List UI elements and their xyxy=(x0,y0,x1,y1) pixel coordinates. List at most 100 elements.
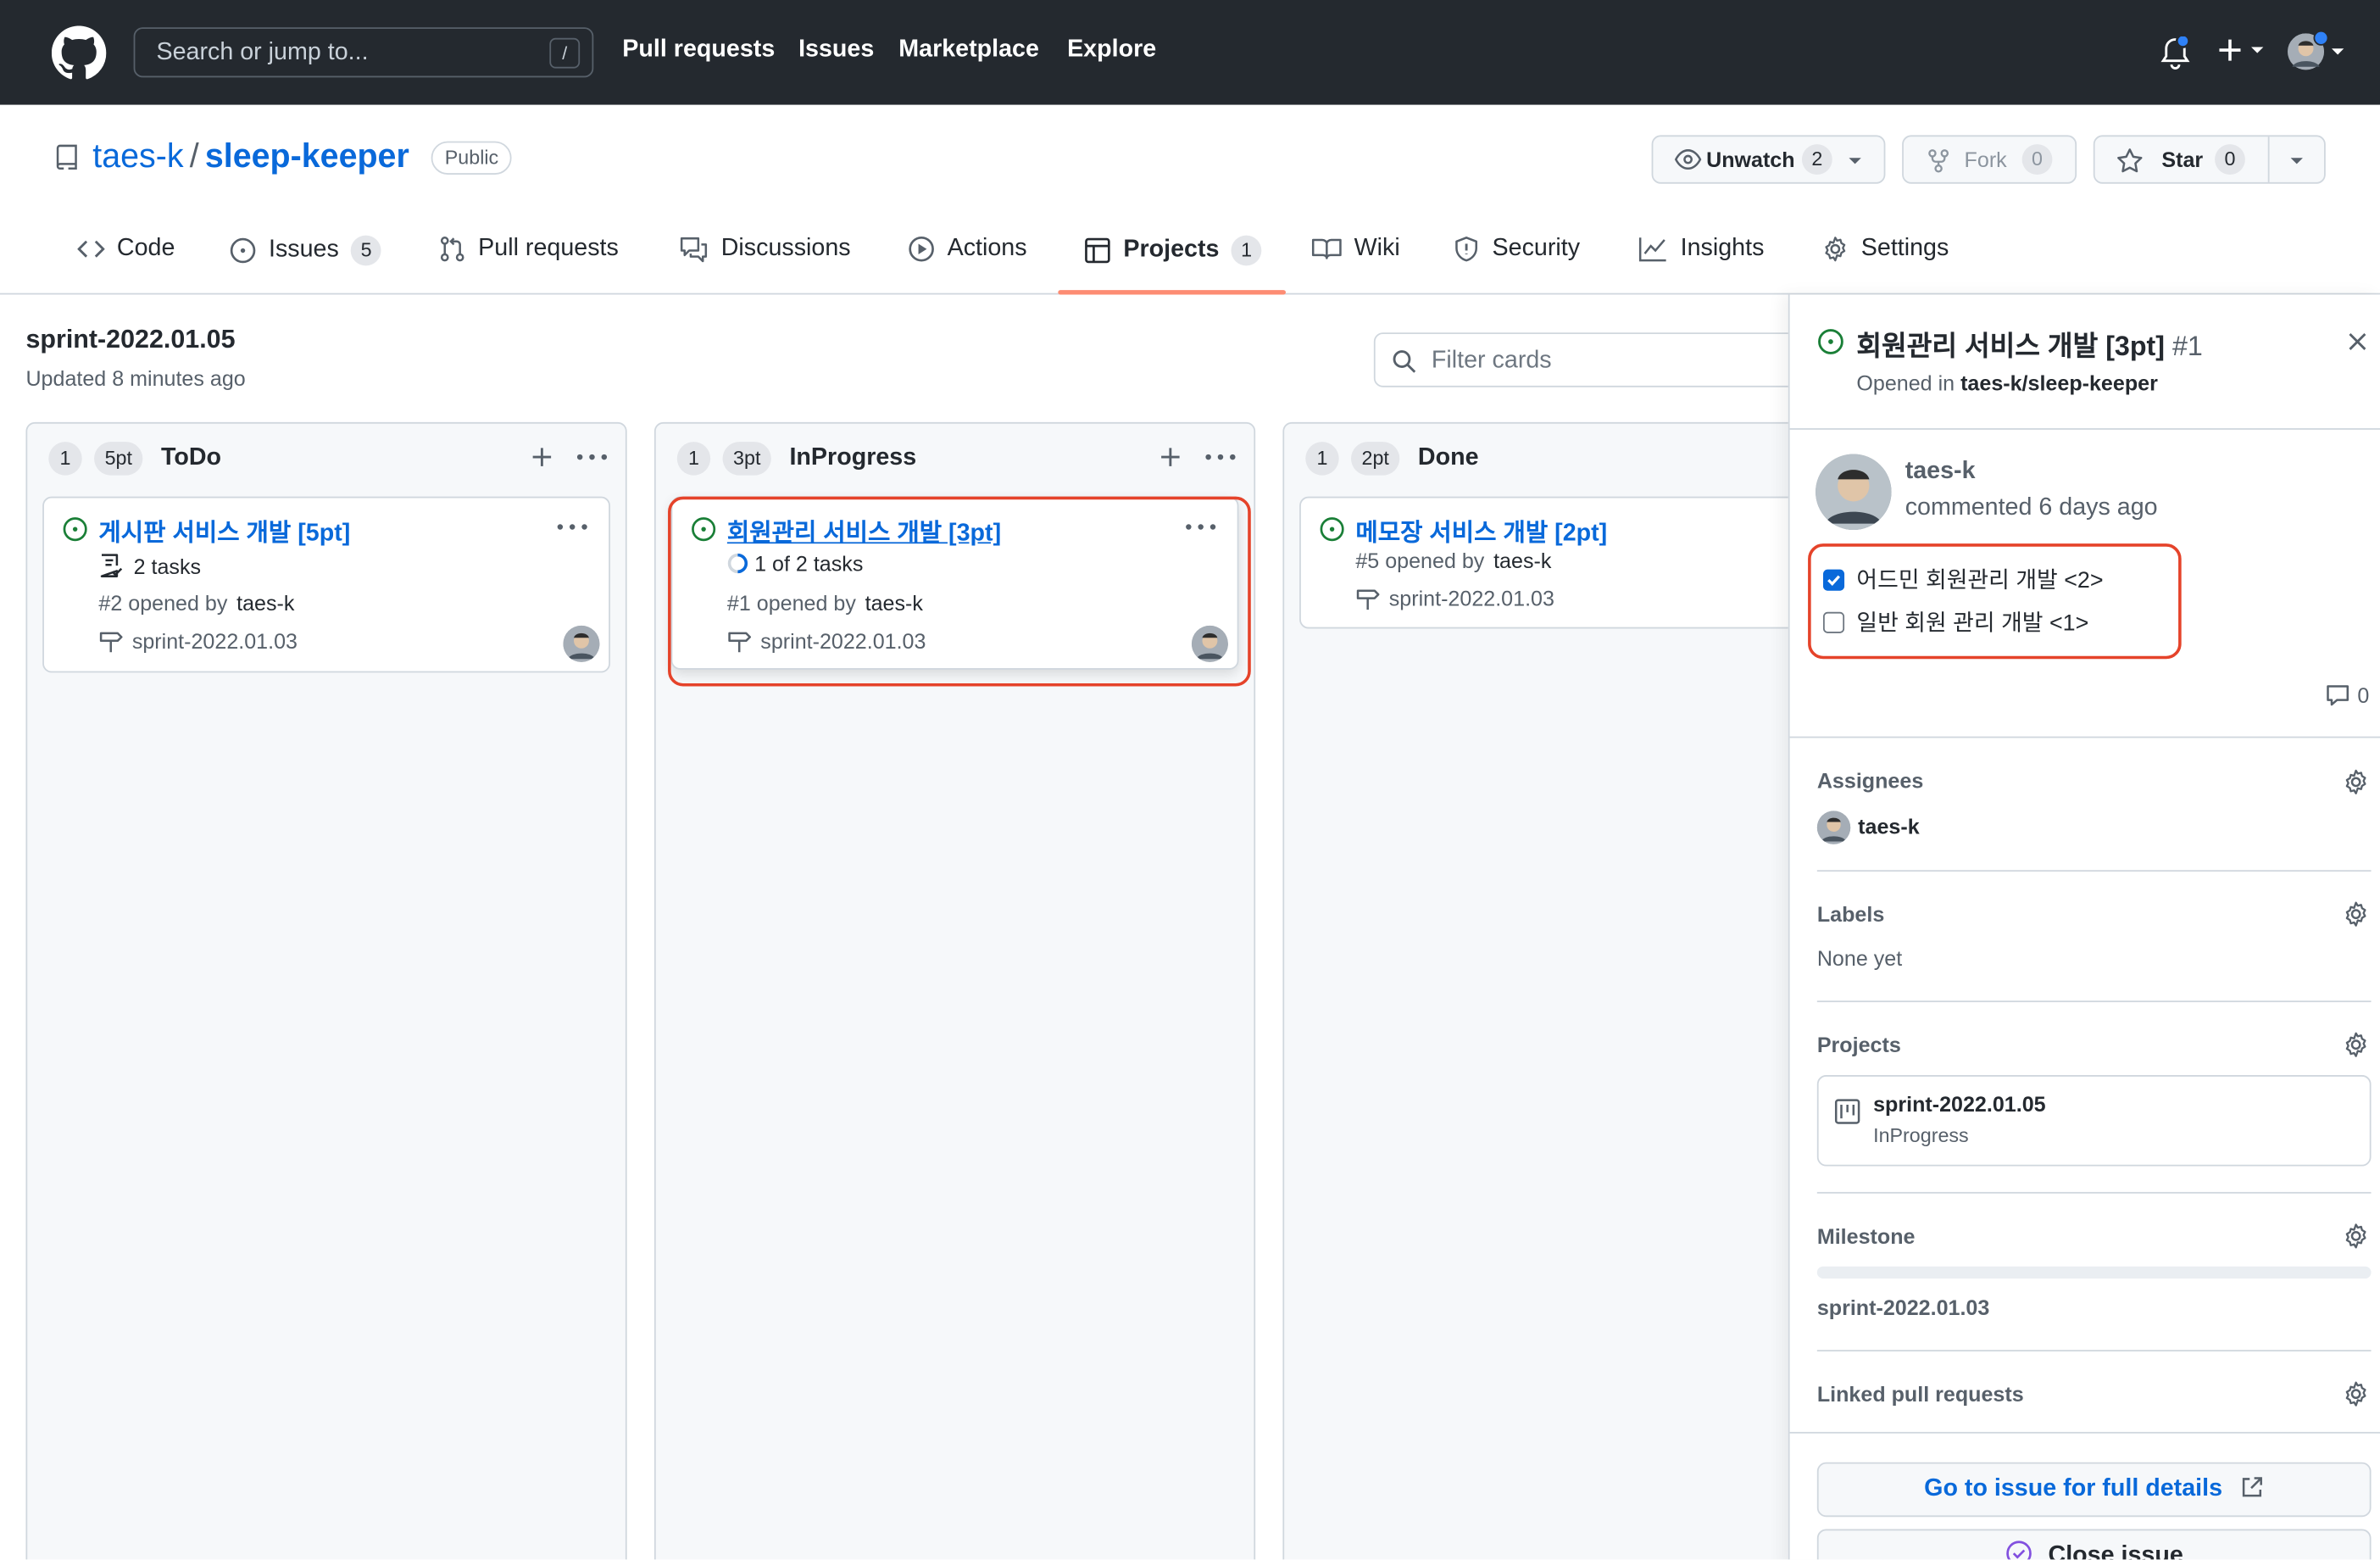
column-points: 5pt xyxy=(94,442,143,476)
fork-button[interactable]: Fork 0 xyxy=(1902,135,2077,184)
opened-in-prefix: Opened in xyxy=(1856,370,1955,395)
gear-icon[interactable] xyxy=(2343,1380,2370,1407)
tab-security[interactable]: Security xyxy=(1453,236,1580,263)
tab-actions[interactable]: Actions xyxy=(908,236,1027,263)
external-link-icon xyxy=(2243,1477,2263,1497)
kebab-icon[interactable] xyxy=(1205,454,1236,460)
panel-issue-title: 회원관리 서비스 개발 [3pt] #1 xyxy=(1856,325,2202,365)
comment-count-value: 0 xyxy=(2357,682,2370,708)
github-logo-icon[interactable] xyxy=(51,25,107,80)
create-new-dropdown[interactable] xyxy=(2216,36,2265,64)
open-issue-icon xyxy=(1320,517,1344,542)
tab-wiki-label: Wiki xyxy=(1354,235,1400,262)
milestone-label: Milestone xyxy=(1816,1223,1916,1249)
column-title: ToDo xyxy=(160,444,222,471)
nav-issues[interactable]: Issues xyxy=(798,36,874,64)
card-author-link[interactable]: taes-k xyxy=(1493,549,1551,573)
issue-card[interactable]: 메모장 서비스 개발 [2pt] #5 opened by taes-k spr… xyxy=(1299,496,1867,629)
repo-name-link[interactable]: sleep-keeper xyxy=(205,136,409,175)
star-count: 0 xyxy=(2215,144,2245,175)
highlight-annotation xyxy=(668,496,1251,687)
column-header: 1 5pt ToDo xyxy=(48,442,222,476)
close-icon[interactable] xyxy=(2347,331,2368,352)
tab-wiki[interactable]: Wiki xyxy=(1311,235,1400,263)
divider xyxy=(1789,1431,2380,1434)
panel-opened-in: Opened in taes-k/sleep-keeper xyxy=(1856,370,2157,395)
gear-icon[interactable] xyxy=(2343,768,2370,795)
filter-placeholder: Filter cards xyxy=(1431,348,1552,374)
project-board-title: sprint-2022.01.05 xyxy=(25,325,236,354)
issue-detail-panel: 회원관리 서비스 개발 [3pt] #1 Opened in taes-k/sl… xyxy=(1788,294,2380,1560)
milestone-link[interactable]: sprint-2022.01.03 xyxy=(1817,1295,1990,1320)
tab-settings[interactable]: Settings xyxy=(1821,236,1949,263)
tab-issues[interactable]: Issues 5 xyxy=(229,235,381,266)
comment-icon xyxy=(2327,685,2349,706)
go-to-issue-button[interactable]: Go to issue for full details xyxy=(1816,1462,2372,1518)
tab-insights[interactable]: Insights xyxy=(1638,236,1764,263)
wiki-icon xyxy=(1311,238,1342,259)
column-header: 1 2pt Done xyxy=(1305,442,1479,476)
gear-icon[interactable] xyxy=(2343,1223,2370,1250)
tab-discussions-label: Discussions xyxy=(720,235,851,262)
card-title-link[interactable]: 메모장 서비스 개발 [2pt] xyxy=(1355,512,1607,549)
divider xyxy=(1816,1191,2372,1194)
plus-icon[interactable] xyxy=(1159,447,1181,468)
avatar xyxy=(563,625,600,662)
code-icon xyxy=(77,240,105,258)
card-milestone-text: sprint-2022.01.03 xyxy=(131,628,298,654)
assignee-link[interactable]: taes-k xyxy=(1858,814,1919,838)
column-card-count: 1 xyxy=(676,442,711,476)
repo-icon xyxy=(54,144,79,171)
fork-count: 0 xyxy=(2021,144,2053,175)
tab-insights-label: Insights xyxy=(1680,235,1765,262)
plus-icon[interactable] xyxy=(531,447,553,468)
column-title: InProgress xyxy=(789,444,917,471)
highlight-annotation xyxy=(1808,543,2182,660)
comment-time: commented 6 days ago xyxy=(1905,494,2158,521)
search-shortcut-key: / xyxy=(549,37,581,69)
opened-in-repo-link[interactable]: taes-k/sleep-keeper xyxy=(1960,370,2158,395)
project-item[interactable]: sprint-2022.01.05 InProgress xyxy=(1816,1075,2372,1167)
fork-label: Fork xyxy=(1964,147,2007,172)
project-name: sprint-2022.01.05 xyxy=(1873,1091,2046,1117)
issue-card[interactable]: 게시판 서비스 개발 [5pt] 2 tasks #2 opened by ta… xyxy=(42,496,610,673)
issues-count: 5 xyxy=(351,235,381,266)
bell-icon[interactable] xyxy=(2160,36,2191,70)
global-search-input[interactable]: Search or jump to... / xyxy=(133,27,594,78)
gear-icon[interactable] xyxy=(2343,900,2370,928)
kebab-icon[interactable] xyxy=(557,524,587,530)
nav-marketplace[interactable]: Marketplace xyxy=(898,36,1039,64)
project-icon xyxy=(1085,237,1110,264)
star-button[interactable]: Star 0 xyxy=(2093,135,2326,184)
card-author-link[interactable]: taes-k xyxy=(236,591,294,616)
search-placeholder: Search or jump to... xyxy=(156,39,369,66)
card-title-link[interactable]: 게시판 서비스 개발 [5pt] xyxy=(98,512,350,549)
tab-projects[interactable]: Projects 1 xyxy=(1084,235,1262,266)
go-to-issue-label: Go to issue for full details xyxy=(1924,1475,2223,1502)
tab-pull-requests-label: Pull requests xyxy=(478,235,619,262)
tab-code[interactable]: Code xyxy=(77,236,175,263)
nav-pull-requests[interactable]: Pull requests xyxy=(622,36,775,64)
unwatch-button[interactable]: Unwatch 2 xyxy=(1651,135,1886,184)
kebab-icon[interactable] xyxy=(576,454,608,460)
column-card-count: 1 xyxy=(1305,442,1339,476)
top-header: Search or jump to... / Pull requests Iss… xyxy=(0,0,2380,105)
divider xyxy=(1816,1000,2372,1003)
tab-discussions[interactable]: Discussions xyxy=(679,236,851,263)
active-tab-indicator xyxy=(1058,290,1286,295)
tab-pull-requests[interactable]: Pull requests xyxy=(439,236,619,263)
visibility-badge: Public xyxy=(431,141,513,175)
nav-explore[interactable]: Explore xyxy=(1067,36,1156,64)
labels-value: None yet xyxy=(1816,945,1903,971)
divider xyxy=(1816,870,2372,872)
close-issue-button[interactable]: Close issue xyxy=(1816,1529,2372,1560)
open-issue-icon xyxy=(63,517,87,542)
milestone-progress-bar xyxy=(1816,1266,2372,1279)
gear-icon[interactable] xyxy=(2343,1031,2370,1058)
user-menu[interactable] xyxy=(2288,30,2345,70)
plus-icon xyxy=(2219,39,2241,61)
comment-author[interactable]: taes-k xyxy=(1905,459,1976,486)
filter-cards-input[interactable]: Filter cards xyxy=(1373,332,1830,387)
repo-owner-link[interactable]: taes-k xyxy=(92,136,183,175)
discussions-icon xyxy=(680,237,708,263)
